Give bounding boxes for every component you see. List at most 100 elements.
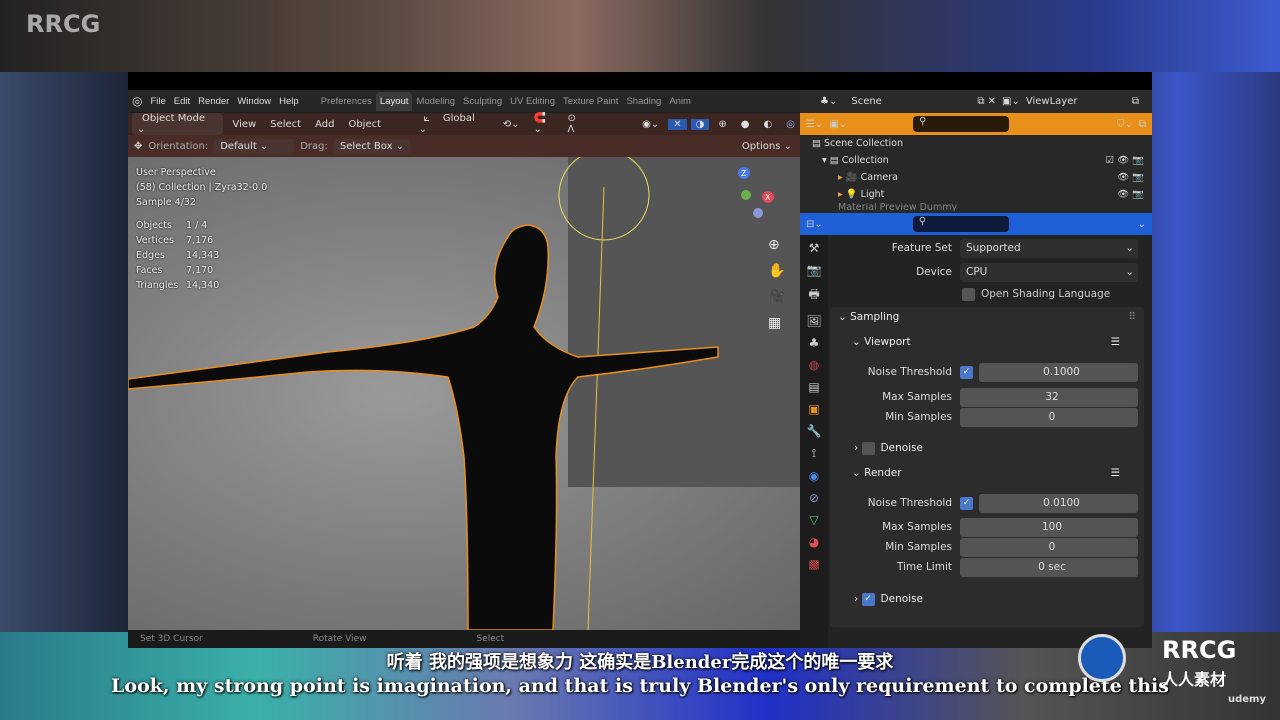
navigation-gizmo[interactable]: Z X [724,161,784,221]
visibility-toggles[interactable]: ☑ 👁 📷 [1106,155,1144,166]
outliner-camera[interactable]: ▸ 🎥 Camera 👁 📷 [800,169,1152,186]
transform-orientation-dropdown[interactable]: ⟀ Global ⌄ [414,113,494,135]
object-tab-icon[interactable]: ▣ [808,402,819,416]
outliner-editor-type-icon[interactable]: ☰⌄ [806,119,823,130]
3d-viewport[interactable]: User Perspective (58) Collection | Zyra3… [128,157,800,630]
device-dropdown[interactable]: CPU ⌄ [960,262,1138,282]
menu-render[interactable]: Render [194,96,233,107]
outliner-light[interactable]: ▸ 💡 Light 👁 📷 [800,186,1152,203]
menu-object[interactable]: Object [343,119,386,130]
snap-icon[interactable]: 🧲⌄ [528,113,558,135]
properties-editor-icon[interactable]: ⊟⌄ [806,219,823,230]
menu-window[interactable]: Window [233,96,275,107]
tool-tab-icon[interactable]: ⚒ [809,241,820,255]
render-noise-checkbox[interactable]: ✓ [960,496,973,510]
light-line [587,186,605,630]
viewport-noise-threshold-field[interactable]: 0.1000 [979,362,1138,382]
render-subpanel-header[interactable]: ⌄ Render ☰ [830,463,1148,483]
render-tab-icon[interactable]: 📷 [807,263,822,277]
new-view-layer-icon[interactable]: ⧉ [1132,96,1139,107]
menu-add[interactable]: Add [310,119,339,130]
shading-wireframe-icon[interactable]: ⊕ [713,119,731,130]
viewport-min-samples-field[interactable]: 0 [960,407,1138,427]
tab-animation[interactable]: Anim [665,96,695,107]
viewport-denoise-checkbox[interactable] [861,441,875,455]
shading-rendered-icon[interactable]: ◎ [781,119,800,130]
mode-dropdown[interactable]: Object Mode ⌄ [132,113,224,135]
material-tab-icon[interactable]: ◕ [809,535,819,549]
texture-tab-icon[interactable]: ▩ [808,557,819,571]
view-layer-tab-icon[interactable]: 🖼 [806,314,821,328]
menu-select[interactable]: Select [265,119,306,130]
zoom-icon[interactable]: ⊕ [768,237,785,253]
tab-uv-editing[interactable]: UV Editing [506,96,559,107]
display-mode-icon[interactable]: ▣⌄ [829,119,847,130]
tab-modeling[interactable]: Modeling [412,96,459,107]
outliner-collection[interactable]: ▾ ▤ Collection ☑ 👁 📷 [800,152,1152,169]
feature-set-dropdown[interactable]: Supported ⌄ [960,238,1138,258]
tab-sculpting[interactable]: Sculpting [459,96,506,107]
render-noise-threshold-field[interactable]: 0.0100 [979,493,1138,513]
outliner: ▤ Scene Collection ▾ ▤ Collection ☑ 👁 📷 ▸… [800,135,1152,215]
modifier-tab-icon[interactable]: 🔧 [807,424,822,438]
scene-tab-icon[interactable]: ♣ [809,336,820,350]
render-max-samples-field[interactable]: 100 [960,517,1138,537]
tab-preferences[interactable]: Preferences [317,96,376,107]
properties-search-input[interactable]: ⚲ [912,216,1009,232]
data-tab-icon[interactable]: ▽ [809,513,818,527]
scene-name-field[interactable]: Scene [843,93,943,110]
view-layer-icon[interactable]: ▣⌄ [1002,96,1020,107]
sampling-panel-header[interactable]: ⌄ Sampling ⠿ [830,307,1148,327]
gizmo-icon[interactable]: ✕ [668,118,687,130]
status-select: Select [476,634,505,644]
visibility-icon[interactable]: ◉⌄ [637,119,664,130]
render-time-limit-field[interactable]: 0 sec [960,557,1138,577]
physics-tab-icon[interactable]: ◉ [809,469,819,483]
outliner-search-input[interactable]: ⚲ [913,116,1010,132]
filter-icon[interactable]: ⛉⌄ [1117,119,1133,130]
tool-header: ✥ Orientation: Default ⌄ Drag: Select Bo… [128,135,800,157]
proportional-edit-icon[interactable]: ⊙ Λ [563,113,591,135]
drag-dropdown[interactable]: Select Box ⌄ [333,138,411,154]
tab-texture-paint[interactable]: Texture Paint [559,96,622,107]
viewport-denoise-subpanel[interactable]: › Denoise [830,438,1148,458]
menu-view[interactable]: View [227,119,261,130]
osl-checkbox[interactable]: Open Shading Language [830,284,1148,304]
pan-hand-icon[interactable]: ✋ [768,263,785,279]
constraints-tab-icon[interactable]: ⊘ [809,491,819,505]
tab-shading[interactable]: Shading [622,96,665,107]
grid-view-icon[interactable]: ▦ [768,315,785,331]
outliner-item-partial[interactable]: Material Preview Dummy [800,203,1152,211]
menu-edit[interactable]: Edit [170,96,194,107]
new-collection-icon[interactable]: ⧉ [1139,119,1146,130]
overlay-icon[interactable]: ◑ [690,118,710,130]
options-dropdown[interactable]: Options ⌄ [742,141,792,152]
preset-list-icon[interactable]: ☰ [1111,336,1120,348]
camera-view-icon[interactable]: 🎥 [768,289,785,305]
blender-logo-icon[interactable]: ◎ [128,94,146,108]
viewport-subpanel-header[interactable]: ⌄ Viewport ☰ [830,332,1148,352]
new-scene-icon[interactable]: ⧉ ✕ [977,96,996,107]
outliner-scene-collection[interactable]: ▤ Scene Collection [800,135,1152,152]
shading-material-icon[interactable]: ◐ [759,119,778,130]
view-layer-field[interactable]: ViewLayer [1026,96,1126,107]
particles-tab-icon[interactable]: ⟟ [812,446,816,461]
render-denoise-checkbox[interactable]: ✓ [861,592,875,606]
shading-solid-icon[interactable]: ● [736,119,755,130]
tab-layout[interactable]: Layout [375,91,413,111]
render-min-samples-field[interactable]: 0 [960,537,1138,557]
render-denoise-subpanel[interactable]: › ✓ Denoise [830,589,1148,609]
world-tab-icon[interactable]: ◍ [809,358,819,372]
options-chevron-icon[interactable]: ⌄ [1138,219,1146,230]
orientation-dropdown[interactable]: Default ⌄ [214,138,295,154]
viewport-max-samples-field[interactable]: 32 [960,387,1138,407]
pivot-icon[interactable]: ⟲⌄ [498,119,525,130]
menu-file[interactable]: File [146,96,169,107]
output-tab-icon[interactable]: 🖶 [808,285,819,306]
menu-help[interactable]: Help [275,96,303,107]
svg-text:X: X [765,193,771,202]
viewport-noise-checkbox[interactable]: ✓ [960,365,973,379]
collection-tab-icon[interactable]: ▤ [808,380,819,394]
preset-list-icon[interactable]: ☰ [1111,467,1120,479]
scene-icon[interactable]: ♣⌄ [820,96,837,107]
